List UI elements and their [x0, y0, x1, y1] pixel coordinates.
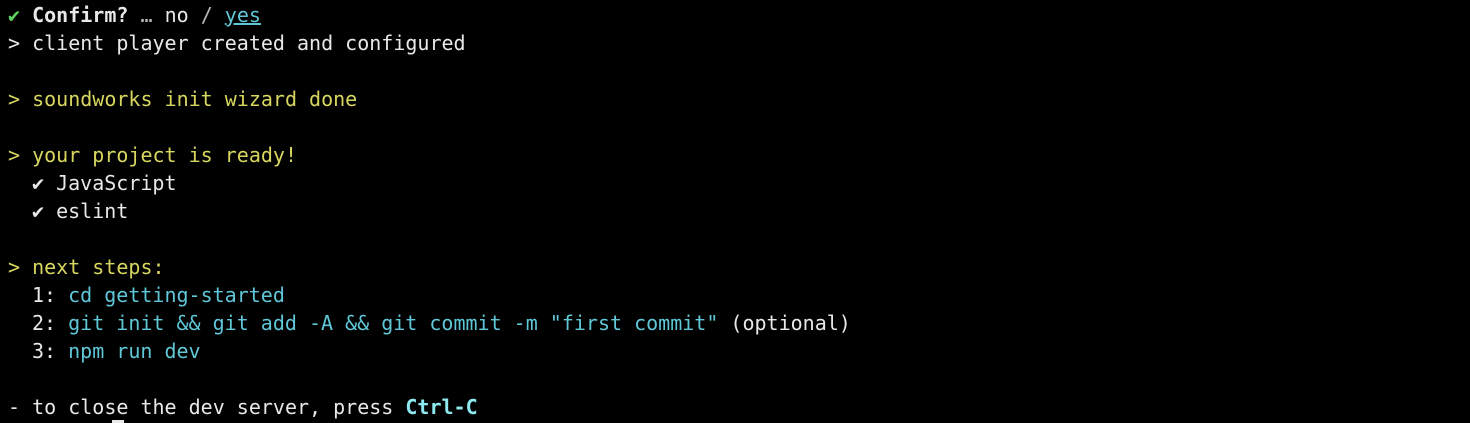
ctrl-c-key: Ctrl-C	[405, 395, 478, 419]
project-ready-text: your project is ready!	[32, 143, 297, 167]
option-no: no	[164, 3, 189, 27]
step-note: (optional)	[730, 311, 851, 335]
list-dash: -	[8, 395, 21, 419]
check-icon: ✔	[8, 3, 21, 27]
check-javascript-line: ✔ JavaScript	[8, 169, 1462, 197]
wizard-done-line: > soundworks init wizard done	[8, 85, 1462, 113]
check-javascript-label: JavaScript	[56, 171, 177, 195]
step-1-line: 1: cd getting-started	[8, 281, 1462, 309]
terminal-window[interactable]: ✔ Confirm? … no / yes > client player cr…	[0, 1, 1470, 423]
wizard-done-text: soundworks init wizard done	[32, 87, 358, 111]
client-created-line: > client player created and configured	[8, 29, 1462, 57]
step-number: 1:	[32, 283, 57, 307]
next-steps-line: > next steps:	[8, 253, 1462, 281]
option-separator: /	[200, 3, 213, 27]
check-icon: ✔	[32, 171, 45, 195]
step-command: git init && git add -A && git commit -m …	[68, 311, 719, 335]
check-eslint-line: ✔ eslint	[8, 197, 1462, 225]
step-number: 3:	[32, 339, 57, 363]
confirm-label: Confirm?	[32, 3, 129, 27]
close-server-line: - to close the dev server, press Ctrl-C	[8, 393, 1462, 423]
check-icon: ✔	[32, 199, 45, 223]
ellipsis-text: …	[140, 3, 153, 27]
option-yes: yes	[224, 3, 261, 27]
project-ready-line: > your project is ready!	[8, 141, 1462, 169]
confirm-line: ✔ Confirm? … no / yes	[8, 1, 1462, 29]
close-server-text: to close the dev server, press	[32, 395, 394, 419]
prompt-symbol: >	[8, 143, 21, 167]
prompt-symbol: >	[8, 87, 21, 111]
check-eslint-label: eslint	[56, 199, 129, 223]
client-created-text: client player created and configured	[32, 31, 466, 55]
step-3-line: 3: npm run dev	[8, 337, 1462, 365]
step-2-line: 2: git init && git add -A && git commit …	[8, 309, 1462, 337]
step-command: cd getting-started	[68, 283, 285, 307]
prompt-symbol: >	[8, 255, 21, 279]
step-command: npm run dev	[68, 339, 201, 363]
prompt-symbol: >	[8, 31, 21, 55]
step-number: 2:	[32, 311, 57, 335]
next-steps-text: next steps:	[32, 255, 165, 279]
